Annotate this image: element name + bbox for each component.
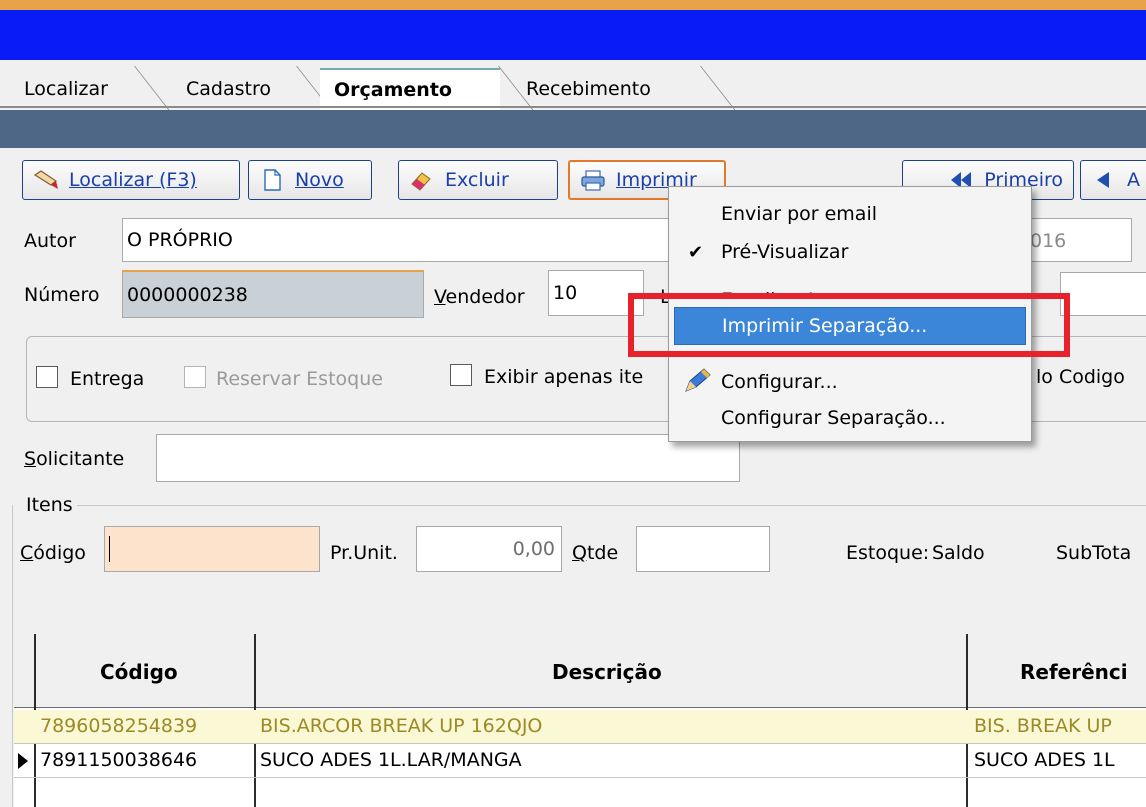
vendedor-label: Vendedor <box>434 286 525 308</box>
numero-value: 0000000238 <box>127 283 248 306</box>
exibir-apenas-checkbox[interactable] <box>450 364 472 386</box>
tab-label: Orçamento <box>334 79 452 101</box>
menu-item-label: Enviar por email <box>721 203 877 225</box>
window-top-border <box>0 0 1146 10</box>
menu-item-label: Configurar Separação... <box>721 407 946 429</box>
exibir-apenas-label: Exibir apenas ite <box>484 366 644 388</box>
pencil-icon <box>682 367 712 400</box>
prunit-field: 0,00 <box>416 526 562 572</box>
tab-label: Localizar <box>24 78 108 100</box>
itens-legend: Itens <box>22 494 77 516</box>
qtde-field[interactable] <box>636 526 770 572</box>
table-row[interactable]: 7891150038646 SUCO ADES 1L.LAR/MANGA SUC… <box>14 744 1146 778</box>
menu-item-pre-visualizar[interactable]: ✔ Pré-Visualizar <box>674 233 1026 271</box>
novo-button[interactable]: Novo <box>248 160 372 200</box>
header-descricao[interactable]: Descrição <box>552 660 662 684</box>
row-descricao: SUCO ADES 1L.LAR/MANGA <box>260 749 522 771</box>
table-row[interactable]: 7896058254839 BIS.ARCOR BREAK UP 162QJO … <box>14 710 1146 744</box>
tab-orcamento[interactable]: Orçamento <box>320 68 500 110</box>
excluir-button[interactable]: Excluir <box>398 160 558 200</box>
header-referencia[interactable]: Referênci <box>1020 660 1128 684</box>
itens-group-border-left <box>12 505 13 807</box>
previous-button[interactable]: A <box>1080 160 1146 200</box>
row-descricao: BIS.ARCOR BREAK UP 162QJO <box>260 715 543 737</box>
row-codigo: 7896058254839 <box>40 715 198 737</box>
text-cursor <box>109 536 110 562</box>
autor-label: Autor <box>24 230 76 252</box>
previous-record-icon <box>1091 169 1117 191</box>
codigo-option-label: lo Codigo <box>1036 366 1125 388</box>
vendedor-value: 10 <box>553 282 578 304</box>
printer-icon <box>580 169 606 191</box>
excluir-label: Excluir <box>445 169 509 191</box>
menu-item-label: Configurar... <box>721 371 838 393</box>
previous-label: A <box>1127 169 1140 191</box>
menu-item-label: Pré-Visualizar <box>721 241 849 263</box>
solicitante-label: Solicitante <box>24 448 125 470</box>
tab-baseline <box>0 106 1146 108</box>
autor-value: O PRÓPRIO <box>127 229 233 251</box>
numero-label: Número <box>24 284 100 306</box>
title-bar <box>0 10 1146 60</box>
reservar-estoque-label: Reservar Estoque <box>216 368 383 390</box>
row-referencia: SUCO ADES 1L <box>974 749 1115 771</box>
subtotal-label: SubTota <box>1056 542 1132 564</box>
prunit-label: Pr.Unit. <box>330 542 398 564</box>
qtde-label: Qtde <box>572 542 619 564</box>
codigo-label: Código <box>20 542 86 564</box>
new-document-icon <box>259 169 285 191</box>
row-referencia: BIS. BREAK UP <box>974 715 1112 737</box>
tab-localizar[interactable]: Localizar <box>10 68 122 110</box>
header-panel <box>0 110 1146 148</box>
tab-cadastro[interactable]: Cadastro <box>172 68 285 110</box>
localizar-button[interactable]: Localizar (F3) <box>22 160 240 200</box>
checkmark-icon: ✔ <box>688 241 704 263</box>
menu-item-configurar-separacao[interactable]: Configurar Separação... <box>674 399 1026 437</box>
reservar-estoque-checkbox <box>184 366 206 388</box>
tab-recebimento[interactable]: Recebimento <box>512 68 665 110</box>
menu-item-enviar-email[interactable]: Enviar por email <box>674 195 1026 233</box>
tab-strip: Localizar Cadastro Orçamento Recebimento <box>0 60 1146 112</box>
entrega-checkbox[interactable] <box>36 366 58 388</box>
prunit-value: 0,00 <box>512 538 555 560</box>
vendedor-name-field[interactable] <box>1060 272 1146 316</box>
date-partial: 016 <box>1030 230 1067 252</box>
row-codigo: 7891150038646 <box>40 749 198 771</box>
annotation-highlight-box <box>628 293 1070 357</box>
menu-item-configurar[interactable]: Configurar... <box>674 363 1026 401</box>
itens-group-border <box>76 505 1146 506</box>
saldo-label: Saldo <box>932 542 985 564</box>
eraser-icon <box>409 169 435 191</box>
estoque-label: Estoque: <box>846 542 930 564</box>
tab-label: Recebimento <box>526 78 651 100</box>
novo-label: Novo <box>295 169 344 191</box>
row-indicator-icon <box>18 753 28 769</box>
pencil-search-icon <box>33 169 59 191</box>
tab-label: Cadastro <box>186 78 271 100</box>
numero-field: 0000000238 <box>122 270 424 318</box>
header-codigo[interactable]: Código <box>100 660 178 684</box>
entrega-label: Entrega <box>70 368 145 390</box>
codigo-field[interactable] <box>104 526 320 572</box>
solicitante-field[interactable] <box>156 434 740 482</box>
localizar-label: Localizar (F3) <box>69 169 197 191</box>
